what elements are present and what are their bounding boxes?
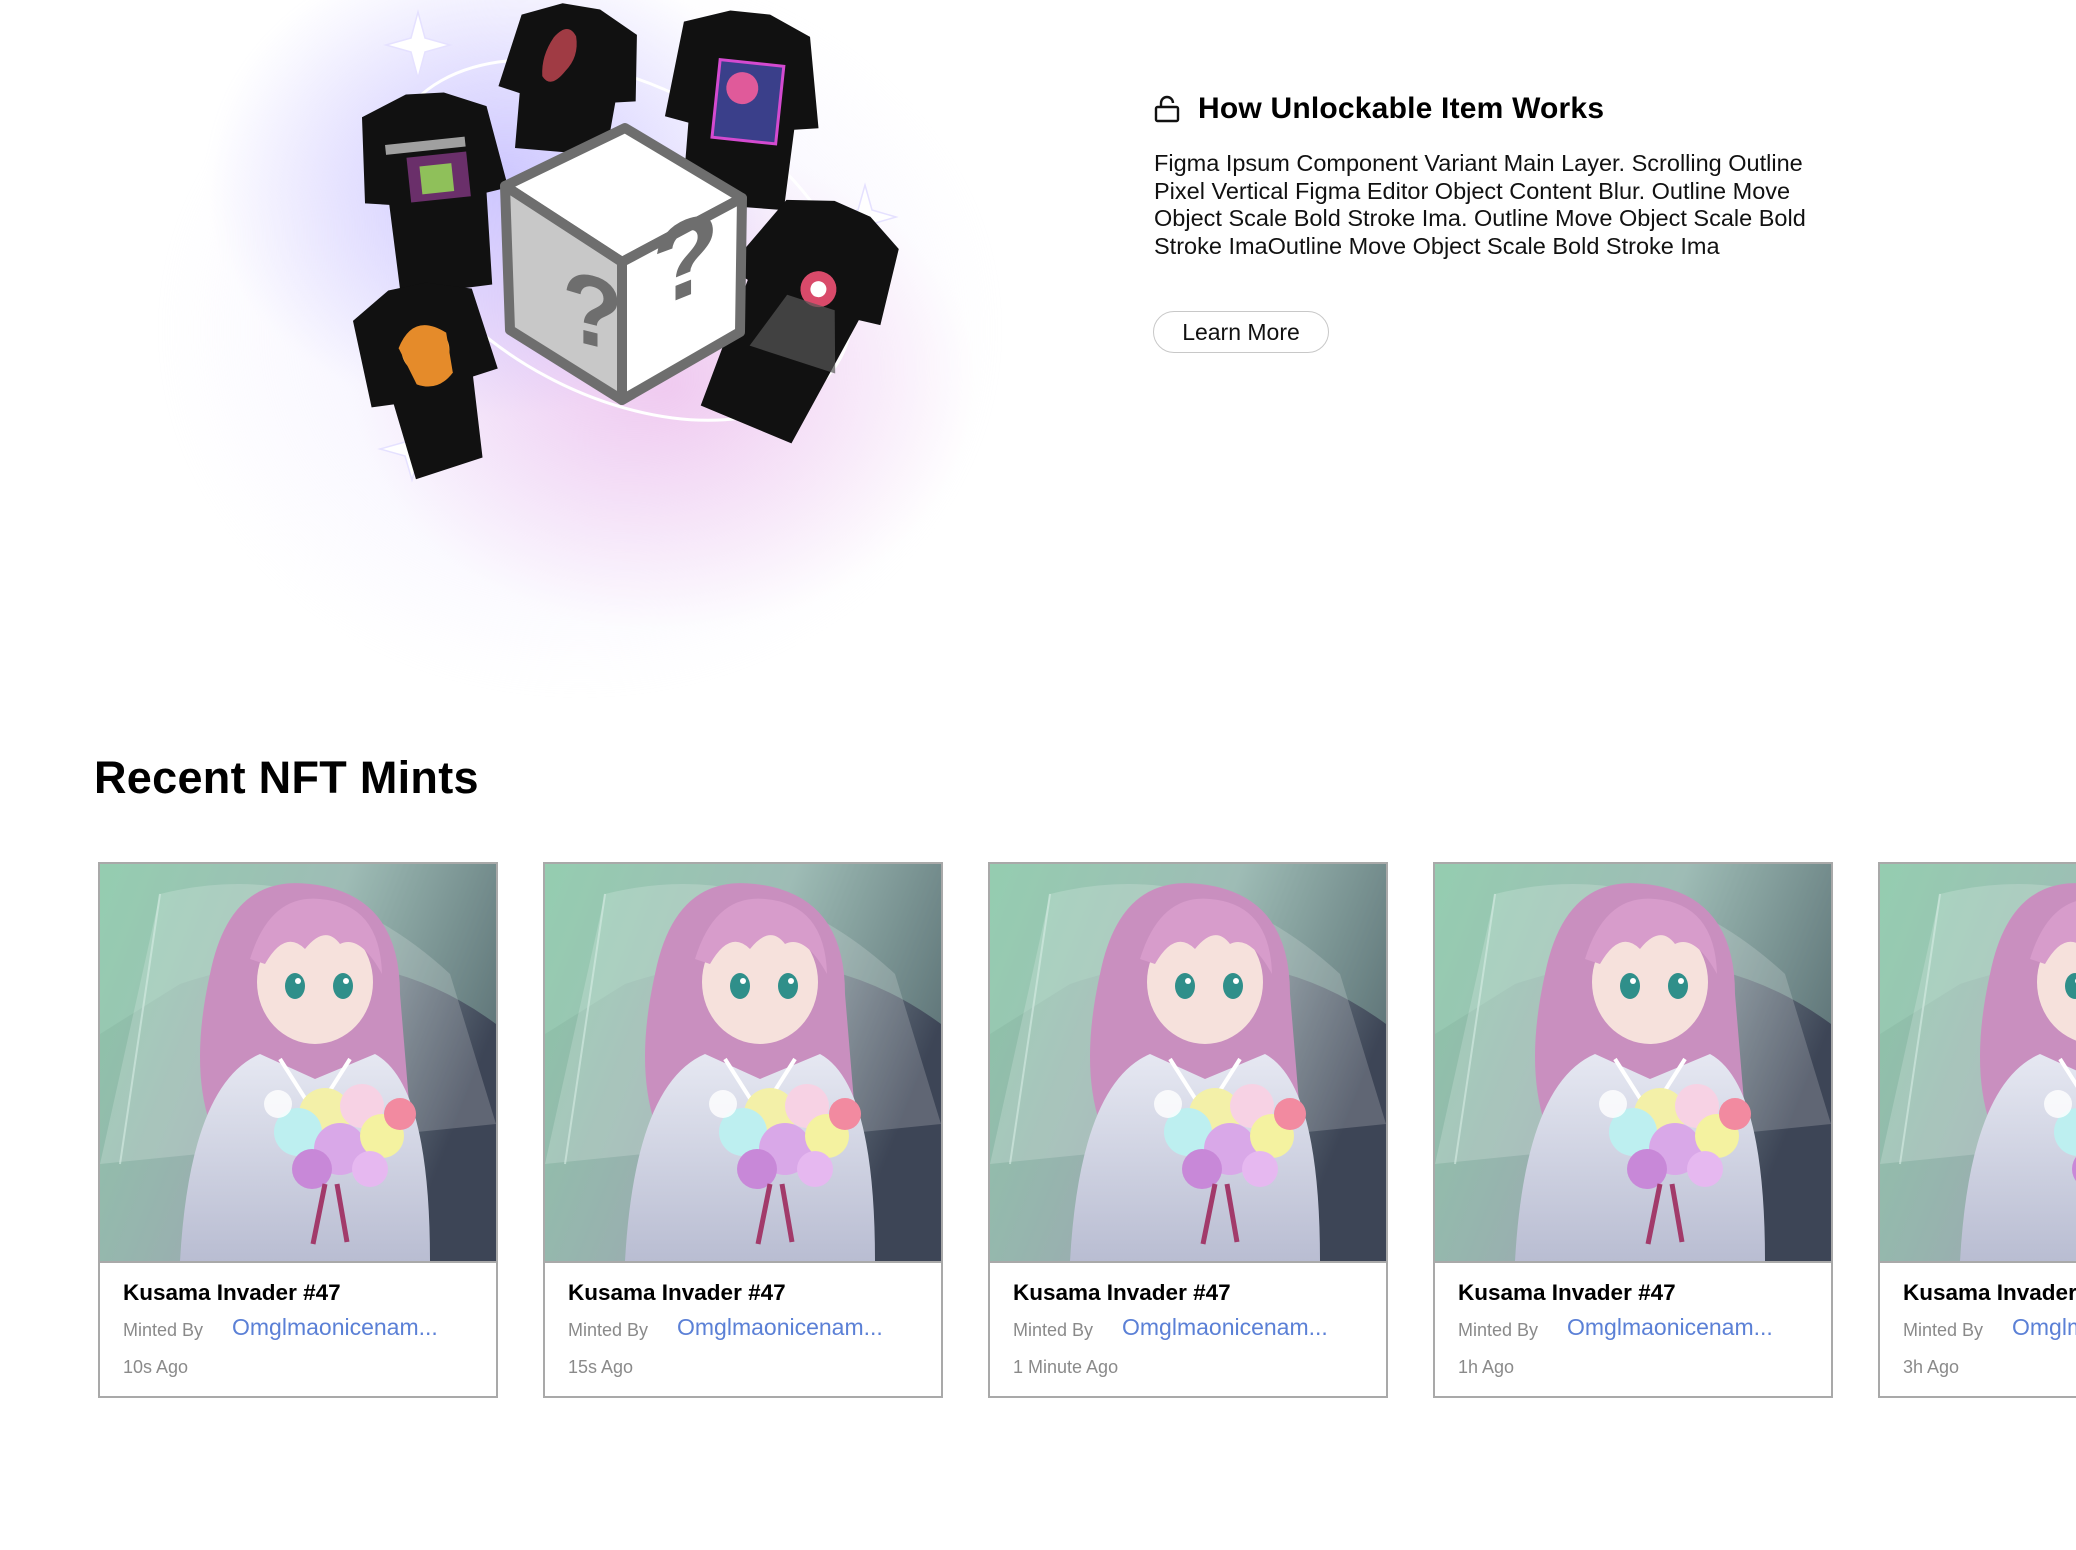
nft-name: Kusama Invader #47 [123, 1280, 341, 1305]
svg-text:?: ? [562, 247, 623, 374]
nft-image [1435, 864, 1831, 1263]
recent-mints-carousel: Kusama Invader #47 Minted By Omglmaonice… [98, 862, 2076, 1402]
minter-link[interactable]: Omglmaonicenam... [677, 1314, 883, 1341]
minted-by-label: Minted By [1903, 1320, 1984, 1340]
minted-by-label: Minted By [568, 1320, 649, 1340]
nft-name: Kusama Invader #47 [1458, 1280, 1676, 1305]
nft-card[interactable]: Kusama Invader #47 Minted By Omglmaonice… [98, 862, 498, 1398]
mint-time: 15s Ago [568, 1357, 634, 1377]
mint-time: 1h Ago [1458, 1357, 1515, 1377]
unlock-icon [1154, 95, 1180, 123]
nft-image [100, 864, 496, 1263]
nft-name: Kusama Invader #47 [1013, 1280, 1231, 1305]
nft-card[interactable]: Kusama Invader #47 Minted By Omglmaonice… [1433, 862, 1833, 1398]
minter-link[interactable]: Omglmaonicenam... [2012, 1314, 2076, 1341]
nft-image [1880, 864, 2076, 1263]
minter-link[interactable]: Omglmaonicenam... [1567, 1314, 1773, 1341]
mint-time: 3h Ago [1903, 1357, 1960, 1377]
unlockable-title: How Unlockable Item Works [1198, 92, 1605, 125]
unlockable-description: Figma Ipsum Component Variant Main Layer… [1154, 150, 1806, 259]
minted-by-label: Minted By [1013, 1320, 1094, 1340]
minted-by-label: Minted By [123, 1320, 204, 1340]
tshirt-icon [361, 92, 509, 297]
minter-link[interactable]: Omglmaonicenam... [232, 1314, 438, 1341]
unlockable-heading: How Unlockable Item Works [1154, 92, 1604, 126]
mint-time: 10s Ago [123, 1357, 189, 1377]
learn-more-button[interactable]: Learn More [1153, 311, 1329, 353]
mystery-box-illustration: ? ? [352, 3, 899, 483]
recent-mints-title: Recent NFT Mints [94, 752, 479, 803]
nft-card[interactable]: Kusama Invader #47 Minted By Omglmaonice… [988, 862, 1388, 1398]
nft-card[interactable]: Kusama Invader #47 Minted By Omglmaonice… [543, 862, 943, 1398]
nft-image [990, 864, 1386, 1263]
nft-name: Kusama Invader #47 [1903, 1280, 2076, 1305]
nft-card[interactable]: Kusama Invader #47 Minted By Omglmaonice… [1878, 862, 2076, 1398]
minted-by-label: Minted By [1458, 1320, 1539, 1340]
nft-image [545, 864, 941, 1263]
minter-link[interactable]: Omglmaonicenam... [1122, 1314, 1328, 1341]
nft-name: Kusama Invader #47 [568, 1280, 786, 1305]
tshirt-icon [352, 282, 498, 480]
mint-time: 1 Minute Ago [1013, 1357, 1119, 1377]
